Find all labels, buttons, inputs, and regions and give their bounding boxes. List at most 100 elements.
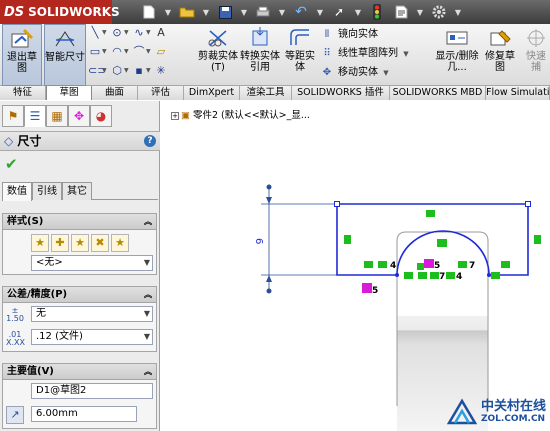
favorite-style-select[interactable]: <无> ▼ [31,255,153,271]
unit-precision-select[interactable]: .12 (文件) ▼ [31,329,153,345]
circle-icon[interactable]: ⊙ [110,26,124,40]
graphics-area[interactable]: + ▣ 零件2 (默认<<默认>_显... 6 4 5 7 7 4 5 中关村在… [161,101,550,431]
property-manager-tab-icon[interactable]: ☰ [24,105,46,127]
coincident-relation-icon[interactable] [424,259,434,268]
horizontal-relation-icon[interactable] [364,261,373,268]
point-icon[interactable]: ▪ [132,64,146,78]
print-icon[interactable] [254,3,272,21]
tab-solidworks-addins[interactable]: SOLIDWORKS 插件 [292,86,390,100]
sketch-point[interactable] [525,201,531,207]
tab-other[interactable]: 其它 [62,182,92,200]
horizontal-relation-icon[interactable] [417,263,424,270]
chevron-down-icon[interactable]: ▼ [124,45,130,59]
chevron-down-icon[interactable]: ▼ [102,45,108,59]
convert-entities-button[interactable]: 转换实体引用 [240,24,280,86]
horizontal-relation-icon[interactable] [426,210,435,217]
display-manager-tab-icon[interactable]: ◕ [90,105,112,127]
tab-flow-simulation[interactable]: Flow Simulati [486,86,550,100]
reset-value-icon[interactable]: ↗ [6,406,24,424]
options-gear-icon[interactable] [430,3,448,21]
open-folder-icon[interactable] [178,3,196,21]
plane-icon[interactable]: ▱ [154,45,168,59]
chevron-down-icon[interactable]: ▼ [240,3,248,21]
chevron-down-icon[interactable]: ▼ [146,26,152,40]
mirror-entities-command[interactable]: ⫴ 镜向实体 [320,26,378,43]
tab-solidworks-mbd[interactable]: SOLIDWORKS MBD [390,86,486,100]
offset-entities-button[interactable]: 等距实体 [282,24,318,86]
chevron-down-icon[interactable]: ▼ [124,64,130,78]
collapse-icon[interactable]: ︽ [144,287,152,302]
horizontal-relation-icon[interactable] [501,261,510,268]
solidworks-logo[interactable]: DS SOLIDWORKS [0,0,120,24]
move-entities-command[interactable]: ✥ 移动实体 ▼ [320,64,389,81]
chevron-down-icon[interactable]: ▼ [124,26,130,40]
undo-icon[interactable]: ↶ [292,3,310,21]
chevron-down-icon[interactable]: ▼ [202,3,210,21]
display-delete-relations-button[interactable]: 显示/删除几... [434,24,480,86]
chevron-down-icon[interactable]: ▼ [403,50,408,58]
sketch-fillet-icon[interactable]: ⌒ [132,45,146,59]
collapse-icon[interactable]: ︽ [144,214,152,229]
chevron-down-icon[interactable]: ▼ [354,3,362,21]
chevron-down-icon[interactable]: ▼ [454,3,462,21]
tab-dimxpert[interactable]: DimXpert [184,86,240,100]
rebuild-traffic-light-icon[interactable] [368,3,386,21]
reference-point-icon[interactable]: ✳ [154,64,168,78]
arc-icon[interactable]: ◠ [110,45,124,59]
ok-check-button[interactable]: ✔ [5,155,18,173]
save-icon[interactable] [216,3,234,21]
coincident-relation-icon[interactable] [362,283,372,293]
text-icon[interactable]: A [154,26,168,40]
trim-entities-button[interactable]: 剪裁实体(T) [198,24,238,86]
tangent-relation-icon[interactable] [437,239,447,247]
vertical-relation-icon[interactable] [534,235,541,244]
tab-features[interactable]: 特征 [0,86,46,100]
update-style-icon[interactable]: ★ [71,234,89,252]
tab-surfaces[interactable]: 曲面 [92,86,138,100]
dimension-name-field[interactable]: D1@草图2 [31,383,153,399]
help-icon[interactable]: ? [144,135,156,147]
horizontal-relation-icon[interactable] [378,261,387,268]
tolerance-type-select[interactable]: 无 ▼ [31,306,153,322]
style-group-header[interactable]: 样式(S) ︽ [3,214,156,230]
horizontal-relation-icon[interactable] [418,272,427,279]
dimxpert-manager-tab-icon[interactable]: ✥ [68,105,90,127]
horizontal-relation-icon[interactable] [430,272,439,279]
chevron-down-icon[interactable]: ▼ [164,3,172,21]
exit-sketch-button[interactable]: 退出草图 [2,24,42,86]
tangent-relation-icon[interactable] [491,272,500,279]
chevron-down-icon[interactable]: ▼ [102,64,108,78]
select-cursor-icon[interactable]: ➚ [330,3,348,21]
tab-sketch[interactable]: 草图 [46,86,92,100]
sketch-point[interactable] [395,273,399,277]
dimension-value-field[interactable]: 6.00mm [31,406,137,422]
chevron-down-icon[interactable]: ▼ [146,45,152,59]
configuration-manager-tab-icon[interactable]: ▦ [46,105,68,127]
repair-sketch-button[interactable]: 修复草图 [482,24,518,86]
vertical-dimension[interactable] [261,184,337,294]
vertical-relation-icon[interactable] [344,235,351,244]
chevron-down-icon[interactable]: ▼ [278,3,286,21]
chevron-down-icon[interactable]: ▼ [146,64,152,78]
tab-evaluate[interactable]: 评估 [138,86,184,100]
line-icon[interactable]: ╲ [88,26,102,40]
delete-style-icon[interactable]: ✖ [91,234,109,252]
primary-value-header[interactable]: 主要值(V) ︽ [3,364,156,380]
save-style-icon[interactable]: ★ [111,234,129,252]
chevron-down-icon[interactable]: ▼ [383,69,388,77]
linear-pattern-command[interactable]: ⠿ 线性草图阵列 ▼ [320,45,408,62]
apply-default-style-icon[interactable]: ★ [31,234,49,252]
sketch-point[interactable] [334,201,340,207]
horizontal-relation-icon[interactable] [458,261,467,268]
new-document-icon[interactable] [140,3,158,21]
dimension-text[interactable]: 6 [253,238,264,244]
chevron-down-icon[interactable]: ▼ [316,3,324,21]
tab-value[interactable]: 数值 [2,182,32,201]
rectangle-icon[interactable]: ▭ [88,45,102,59]
tangent-relation-icon[interactable] [404,272,413,279]
spline-icon[interactable]: ∿ [132,26,146,40]
add-style-icon[interactable]: ✚ [51,234,69,252]
horizontal-relation-icon[interactable] [446,272,455,279]
slot-icon[interactable]: ⊂⊃ [88,64,106,78]
chevron-down-icon[interactable]: ▼ [416,3,424,21]
